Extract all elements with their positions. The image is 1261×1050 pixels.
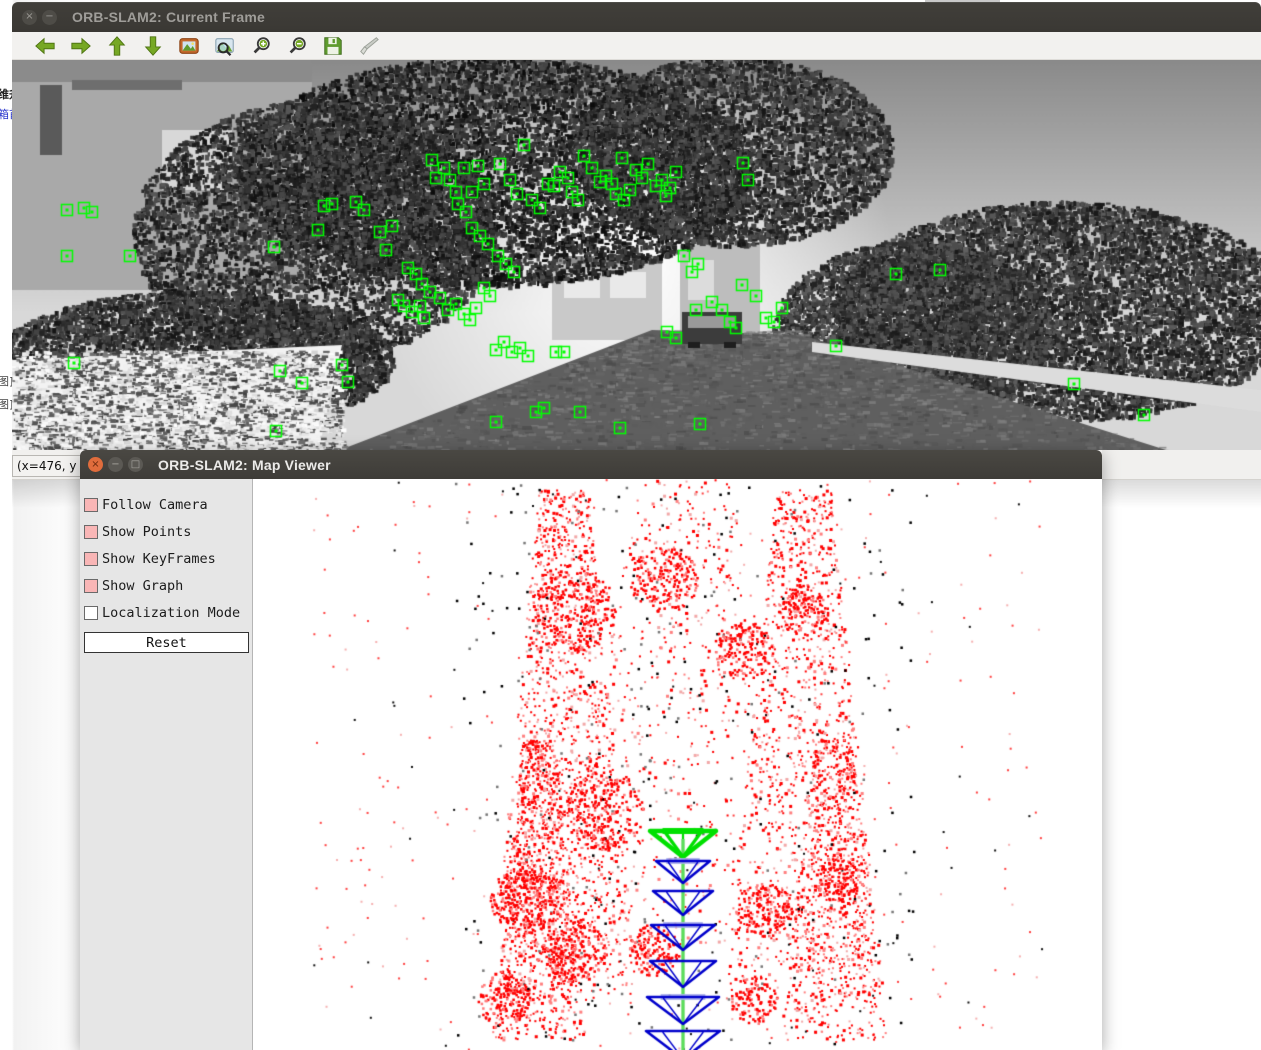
- image-search-icon[interactable]: [214, 35, 236, 57]
- maximize-icon[interactable]: □: [128, 457, 143, 472]
- checkbox-localization-mode[interactable]: Localization Mode: [84, 599, 244, 626]
- checkbox-show-keyframes[interactable]: Show KeyFrames: [84, 545, 244, 572]
- current-frame-viewport[interactable]: SLAM MODE | KFs: 679, MPs: 43135, Matche…: [12, 60, 1261, 480]
- checkbox-label: Localization Mode: [102, 604, 241, 621]
- checkbox-follow-camera[interactable]: Follow Camera: [84, 491, 244, 518]
- map-viewer-body: Follow Camera Show Points Show KeyFrames…: [80, 479, 1102, 1050]
- checkbox-icon[interactable]: [84, 605, 98, 620]
- zoom-in-icon[interactable]: [250, 35, 272, 57]
- up-icon[interactable]: [106, 35, 128, 57]
- map-viewer-titlebar[interactable]: × − □ ORB-SLAM2: Map Viewer: [80, 450, 1102, 479]
- forward-icon[interactable]: [70, 35, 92, 57]
- current-frame-title: ORB-SLAM2: Current Frame: [72, 9, 266, 25]
- map-viewer-viewport[interactable]: [253, 479, 1102, 1050]
- checkbox-show-graph[interactable]: Show Graph: [84, 572, 244, 599]
- minimize-icon[interactable]: −: [42, 9, 57, 25]
- map-viewer-control-panel: Follow Camera Show Points Show KeyFrames…: [80, 479, 253, 1050]
- image-icon[interactable]: [178, 35, 200, 57]
- checkbox-icon[interactable]: [84, 497, 98, 512]
- current-frame-titlebar[interactable]: × − ORB-SLAM2: Current Frame: [12, 2, 1261, 32]
- minimize-icon[interactable]: −: [108, 457, 123, 472]
- checkbox-icon[interactable]: [84, 524, 98, 539]
- close-icon[interactable]: ×: [88, 457, 103, 472]
- checkbox-icon[interactable]: [84, 551, 98, 566]
- map-point-cloud: [253, 479, 1102, 1050]
- checkbox-label: Show Graph: [102, 577, 184, 594]
- close-icon[interactable]: ×: [22, 9, 37, 25]
- reset-button[interactable]: Reset: [84, 632, 249, 653]
- down-icon[interactable]: [142, 35, 164, 57]
- checkbox-label: Follow Camera: [102, 496, 208, 513]
- camera-frame-image: [12, 60, 1261, 480]
- checkbox-label: Show KeyFrames: [102, 550, 216, 567]
- checkbox-label: Show Points: [102, 523, 192, 540]
- checkbox-show-points[interactable]: Show Points: [84, 518, 244, 545]
- current-frame-toolbar: [12, 32, 1261, 60]
- map-viewer-window: × − □ ORB-SLAM2: Map Viewer Follow Camer…: [80, 450, 1102, 1050]
- save-icon[interactable]: [322, 35, 344, 57]
- checkbox-icon[interactable]: [84, 578, 98, 593]
- brush-icon[interactable]: [358, 35, 380, 57]
- current-frame-window: × − ORB-SLAM2: Current Frame: [12, 2, 1261, 480]
- map-viewer-title: ORB-SLAM2: Map Viewer: [158, 456, 331, 473]
- back-icon[interactable]: [34, 35, 56, 57]
- zoom-out-icon[interactable]: [286, 35, 308, 57]
